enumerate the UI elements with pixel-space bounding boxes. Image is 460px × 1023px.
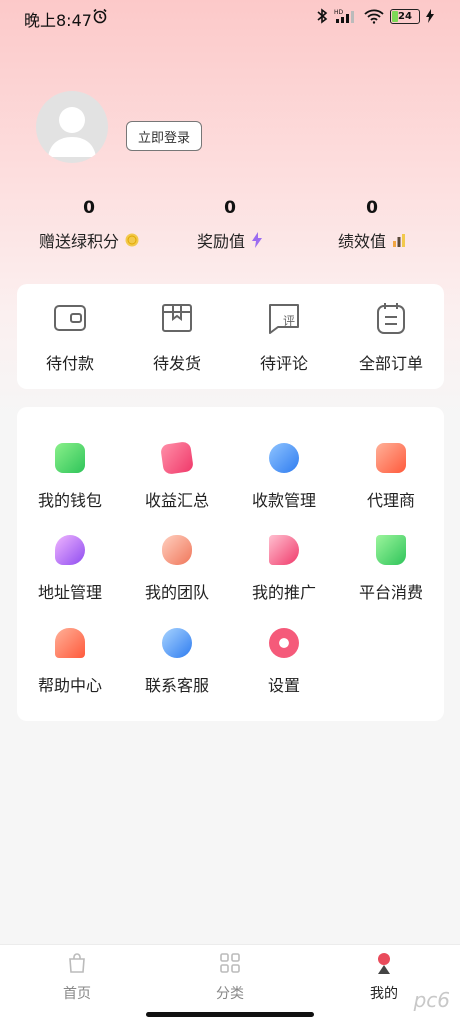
nav-label: 分类 bbox=[216, 986, 244, 1002]
stat-label: 赠送绿积分 bbox=[38, 232, 119, 251]
agent-icon bbox=[376, 443, 406, 473]
menu-label: 我的推广 bbox=[251, 583, 316, 602]
menu-item-income-summary[interactable]: 收益汇总 bbox=[124, 441, 230, 511]
stat-value: 0 bbox=[224, 198, 236, 218]
nav-category[interactable]: 分类 bbox=[180, 951, 280, 1003]
menu-item-settings[interactable]: 设置 bbox=[231, 628, 337, 696]
stat-value: 0 bbox=[366, 198, 378, 218]
stat-value: 0 bbox=[83, 198, 95, 218]
stat-label: 奖励值 bbox=[196, 232, 245, 251]
grid-icon bbox=[220, 953, 240, 973]
income-icon bbox=[160, 441, 194, 475]
bag-icon bbox=[69, 953, 85, 973]
nav-home[interactable]: 首页 bbox=[27, 951, 127, 1003]
chart-icon bbox=[393, 234, 405, 247]
menu-label: 帮助中心 bbox=[37, 676, 102, 695]
order-pending-shipment[interactable]: 待发货 bbox=[124, 300, 230, 374]
order-card: 待付款 待发货 评 待评论 全部订单 bbox=[17, 284, 444, 389]
menu-item-payment-management[interactable]: 收款管理 bbox=[231, 443, 337, 511]
menu-label: 联系客服 bbox=[144, 676, 209, 695]
nav-label: 首页 bbox=[63, 986, 91, 1002]
menu-label: 平台消费 bbox=[358, 583, 423, 602]
wifi-icon bbox=[364, 9, 384, 24]
menu-label: 地址管理 bbox=[37, 583, 102, 602]
help-icon bbox=[55, 628, 85, 658]
status-bar: 晚上8:47 HD 24 bbox=[0, 0, 460, 34]
order-pending-payment[interactable]: 待付款 bbox=[17, 300, 123, 374]
battery-indicator: 24 bbox=[390, 8, 420, 24]
menu-item-wallet[interactable]: 我的钱包 bbox=[17, 443, 123, 511]
cart-icon bbox=[376, 535, 406, 565]
alarm-icon bbox=[93, 8, 107, 24]
menu-item-contact-service[interactable]: 联系客服 bbox=[124, 628, 230, 696]
battery-level: 24 bbox=[398, 10, 412, 22]
user-stats: 0 赠送绿积分 0 奖励值 0 绩效值 bbox=[0, 198, 460, 258]
lightning-icon bbox=[252, 232, 262, 248]
menu-label: 我的团队 bbox=[144, 583, 209, 602]
order-label: 待付款 bbox=[45, 354, 94, 373]
stat-label: 绩效值 bbox=[337, 232, 386, 251]
watermark: pc6 bbox=[413, 988, 450, 1012]
avatar[interactable] bbox=[36, 91, 108, 163]
stat-green-points[interactable]: 0 赠送绿积分 bbox=[14, 198, 164, 252]
status-time: 晚上8:47 bbox=[24, 11, 92, 30]
order-label: 待发货 bbox=[152, 354, 201, 373]
stat-reward-value[interactable]: 0 奖励值 bbox=[155, 198, 305, 252]
order-list-icon bbox=[377, 303, 405, 334]
login-button[interactable]: 立即登录 bbox=[126, 121, 202, 151]
network-type: HD bbox=[334, 9, 344, 16]
review-glyph: 评 bbox=[283, 314, 295, 328]
order-all[interactable]: 全部订单 bbox=[338, 300, 444, 374]
menu-item-help-center[interactable]: 帮助中心 bbox=[17, 628, 123, 696]
menu-label: 收款管理 bbox=[251, 491, 316, 510]
team-icon bbox=[162, 535, 192, 565]
user-icon bbox=[378, 953, 390, 974]
menu-label: 我的钱包 bbox=[37, 491, 102, 510]
menu-label: 收益汇总 bbox=[144, 491, 209, 510]
default-avatar-icon bbox=[48, 107, 96, 157]
wallet-icon bbox=[54, 305, 86, 331]
menu-label: 设置 bbox=[267, 676, 300, 695]
home-indicator bbox=[146, 1012, 314, 1017]
signal-icon: HD bbox=[334, 9, 354, 23]
menu-item-address-management[interactable]: 地址管理 bbox=[17, 535, 123, 603]
wallet-icon bbox=[55, 443, 85, 473]
gear-icon bbox=[269, 628, 299, 658]
menu-item-my-promotion[interactable]: 我的推广 bbox=[231, 535, 337, 603]
menu-item-agent[interactable]: 代理商 bbox=[338, 443, 444, 511]
service-icon bbox=[162, 628, 192, 658]
menu-label: 代理商 bbox=[366, 491, 415, 510]
order-pending-review[interactable]: 评 待评论 bbox=[231, 300, 337, 374]
order-label: 全部订单 bbox=[358, 354, 423, 373]
payment-icon bbox=[269, 443, 299, 473]
service-menu-card: 我的钱包 收益汇总 收款管理 代理商 地址管理 我的团队 我的推广 平台消费 帮… bbox=[17, 407, 444, 721]
megaphone-icon bbox=[269, 535, 299, 565]
status-indicators: HD 24 bbox=[316, 8, 434, 24]
box-icon bbox=[162, 304, 192, 332]
menu-item-platform-consumption[interactable]: 平台消费 bbox=[338, 535, 444, 603]
coin-icon bbox=[125, 233, 139, 247]
bluetooth-icon bbox=[317, 8, 328, 24]
charging-icon bbox=[426, 9, 434, 23]
stat-performance-value[interactable]: 0 绩效值 bbox=[297, 198, 447, 252]
location-icon bbox=[55, 535, 85, 565]
menu-item-my-team[interactable]: 我的团队 bbox=[124, 535, 230, 603]
review-icon: 评 bbox=[269, 304, 299, 334]
order-label: 待评论 bbox=[259, 354, 308, 373]
